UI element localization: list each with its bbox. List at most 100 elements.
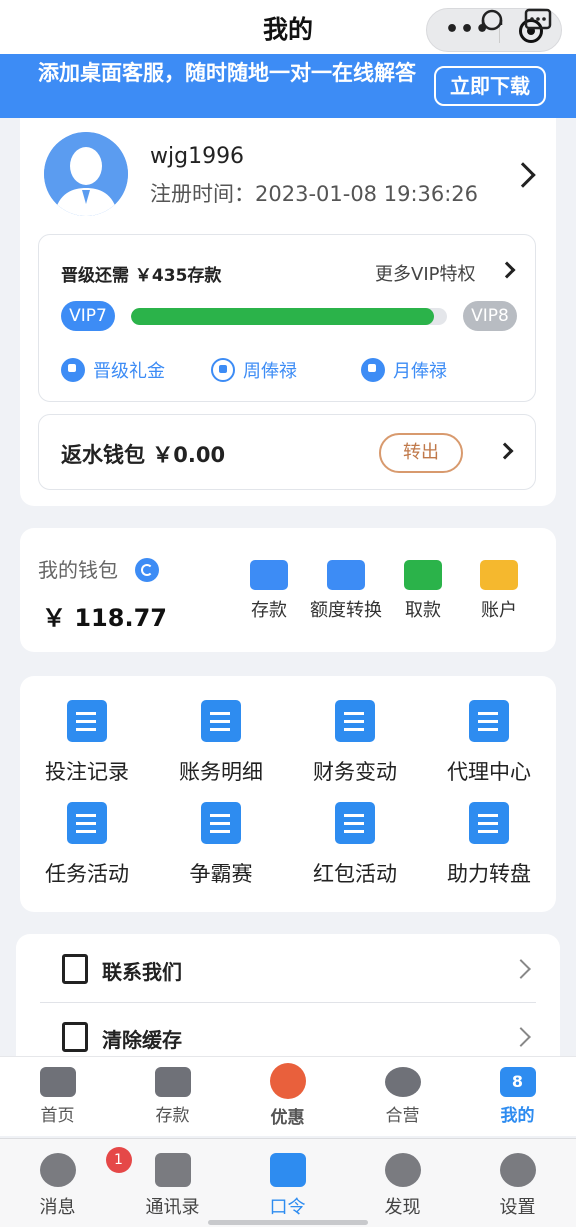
withdraw-icon [404, 560, 442, 590]
tab-promotions[interactable]: 优惠 [230, 1063, 345, 1128]
chevron-right-icon [511, 1027, 531, 1047]
tab-label: 消息 [39, 1197, 76, 1218]
feature-label: 投注记录 [45, 760, 129, 784]
banner-text: 添加桌面客服，随时随地一对一在线解答 [38, 61, 416, 85]
tab-mine[interactable]: 8 我的 [460, 1067, 575, 1126]
gift-icon [269, 1063, 306, 1099]
trash-icon [62, 1022, 88, 1052]
feature-label: 代理中心 [447, 760, 531, 784]
tab-messages[interactable]: 1 消息 [0, 1147, 132, 1219]
customer-service-icon[interactable] [476, 6, 556, 36]
tab-contacts[interactable]: 通讯录 [115, 1153, 230, 1219]
tab-label: 设置 [499, 1197, 536, 1218]
vip-more-chevron-icon[interactable] [498, 261, 516, 279]
profile-chevron-right-icon[interactable] [510, 162, 536, 188]
transfer-icon [327, 560, 365, 590]
agent-icon [469, 700, 509, 742]
tab-discover[interactable]: 发现 [345, 1153, 460, 1219]
key-icon [269, 1153, 306, 1187]
wallet-icon [154, 1067, 191, 1097]
rebate-label: 返水钱包 ￥0.00 [61, 443, 226, 467]
partner-icon [384, 1067, 421, 1097]
tab-label: 存款 [155, 1106, 190, 1126]
feature-contest[interactable]: 争霸赛 [154, 802, 288, 888]
bet-record-icon [67, 700, 107, 742]
perk-label: 月俸禄 [393, 361, 447, 382]
vip-current-badge: VIP7 [61, 301, 115, 331]
wallet-action-label: 存款 [251, 600, 287, 621]
money-bag-icon [361, 358, 385, 382]
tab-label: 首页 [40, 1106, 75, 1126]
avatar[interactable] [44, 132, 128, 216]
vip-more-link[interactable]: 更多VIP特权 [375, 260, 475, 286]
settings-list: 联系我们 清除缓存 [16, 934, 560, 1074]
tab-label: 我的 [500, 1106, 535, 1126]
perk-monthly-salary[interactable]: 月俸禄 [361, 357, 447, 383]
upgrade-arrow-icon [61, 358, 85, 382]
vip-upgrade-text: 晋级还需 ￥435存款 [61, 266, 222, 286]
username: wjg1996 [150, 144, 245, 169]
home-indicator [208, 1220, 368, 1225]
wallet-action-label: 取款 [405, 600, 441, 621]
feature-label: 账务明细 [179, 760, 263, 784]
tab-passcode[interactable]: 口令 [230, 1153, 345, 1219]
feature-label: 争霸赛 [189, 862, 253, 886]
wallet-icon [250, 560, 288, 590]
tab-partner[interactable]: 合营 [345, 1067, 460, 1126]
card-icon [480, 560, 518, 590]
perk-upgrade-bonus[interactable]: 晋级礼金 [61, 357, 165, 383]
tab-label: 通讯录 [145, 1197, 200, 1218]
perk-weekly-salary[interactable]: 周俸禄 [211, 357, 297, 383]
settings-row-contact[interactable]: 联系我们 [40, 936, 536, 1002]
gear-icon [499, 1153, 536, 1187]
vip-progress-fill [131, 308, 435, 325]
tab-home[interactable]: 首页 [0, 1067, 115, 1126]
gamepad-icon [39, 1067, 76, 1097]
tab-label: 口令 [269, 1197, 306, 1218]
features-grid: 投注记录 账务明细 财务变动 代理中心 任务活动 争霸赛 红包活动 助力转盘 [20, 676, 556, 912]
feature-account-detail[interactable]: 账务明细 [154, 700, 288, 786]
wallet-action-account[interactable]: 账户 [454, 560, 544, 622]
feature-label: 助力转盘 [447, 862, 531, 886]
feature-bet-record[interactable]: 投注记录 [20, 700, 154, 786]
rebate-wallet: 返水钱包 ￥0.00 转出 [38, 414, 536, 490]
wallet-action-label: 账户 [481, 600, 517, 621]
tab-deposit[interactable]: 存款 [115, 1067, 230, 1126]
vip-progress-bar [131, 308, 447, 325]
rebate-chevron-right-icon[interactable] [496, 442, 514, 460]
task-icon [67, 802, 107, 844]
feature-task[interactable]: 任务活动 [20, 802, 154, 888]
feature-wheel[interactable]: 助力转盘 [422, 802, 556, 888]
download-banner: 添加桌面客服，随时随地一对一在线解答 立即下载 [0, 54, 576, 118]
user-avatar-icon [44, 132, 128, 216]
tab-settings[interactable]: 设置 [460, 1153, 575, 1219]
feature-finance-change[interactable]: 财务变动 [288, 700, 422, 786]
divider [40, 1002, 536, 1003]
wallet-action-label: 额度转换 [310, 600, 382, 621]
vip-next-badge: VIP8 [463, 301, 517, 331]
feature-red-packet[interactable]: 红包活动 [288, 802, 422, 888]
wheel-icon [469, 802, 509, 844]
wallet-card: 我的钱包 ￥ 118.77 存款 额度转换 取款 账户 [20, 528, 556, 652]
wallet-balance: ￥ 118.77 [42, 604, 167, 632]
contacts-icon [154, 1153, 191, 1187]
tab-label: 优惠 [270, 1108, 305, 1128]
host-tab-bar: 1 消息 通讯录 口令 发现 设置 [0, 1138, 576, 1227]
tab-label: 合营 [385, 1106, 420, 1126]
compass-icon [384, 1153, 421, 1187]
download-button[interactable]: 立即下载 [434, 66, 546, 106]
perk-label: 周俸禄 [243, 361, 297, 382]
vip-card: 晋级还需 ￥435存款 更多VIP特权 VIP7 VIP8 晋级礼金 周俸禄 月… [38, 234, 536, 402]
refresh-icon[interactable] [135, 558, 159, 582]
wallet-title: 我的钱包 [38, 558, 118, 582]
profile-card: wjg1996 注册时间：2023-01-08 19:36:26 晋级还需 ￥4… [20, 118, 556, 506]
contest-icon [201, 802, 241, 844]
registration-label: 注册时间： [150, 182, 255, 206]
registration-value: 2023-01-08 19:36:26 [255, 182, 479, 206]
chevron-right-icon [511, 959, 531, 979]
rebate-transfer-button[interactable]: 转出 [379, 433, 463, 473]
app-tab-bar: 首页 存款 优惠 合营 8 我的 [0, 1056, 576, 1136]
settings-label: 联系我们 [102, 960, 182, 984]
feature-agent-center[interactable]: 代理中心 [422, 700, 556, 786]
weekly-calendar-icon [211, 358, 235, 382]
